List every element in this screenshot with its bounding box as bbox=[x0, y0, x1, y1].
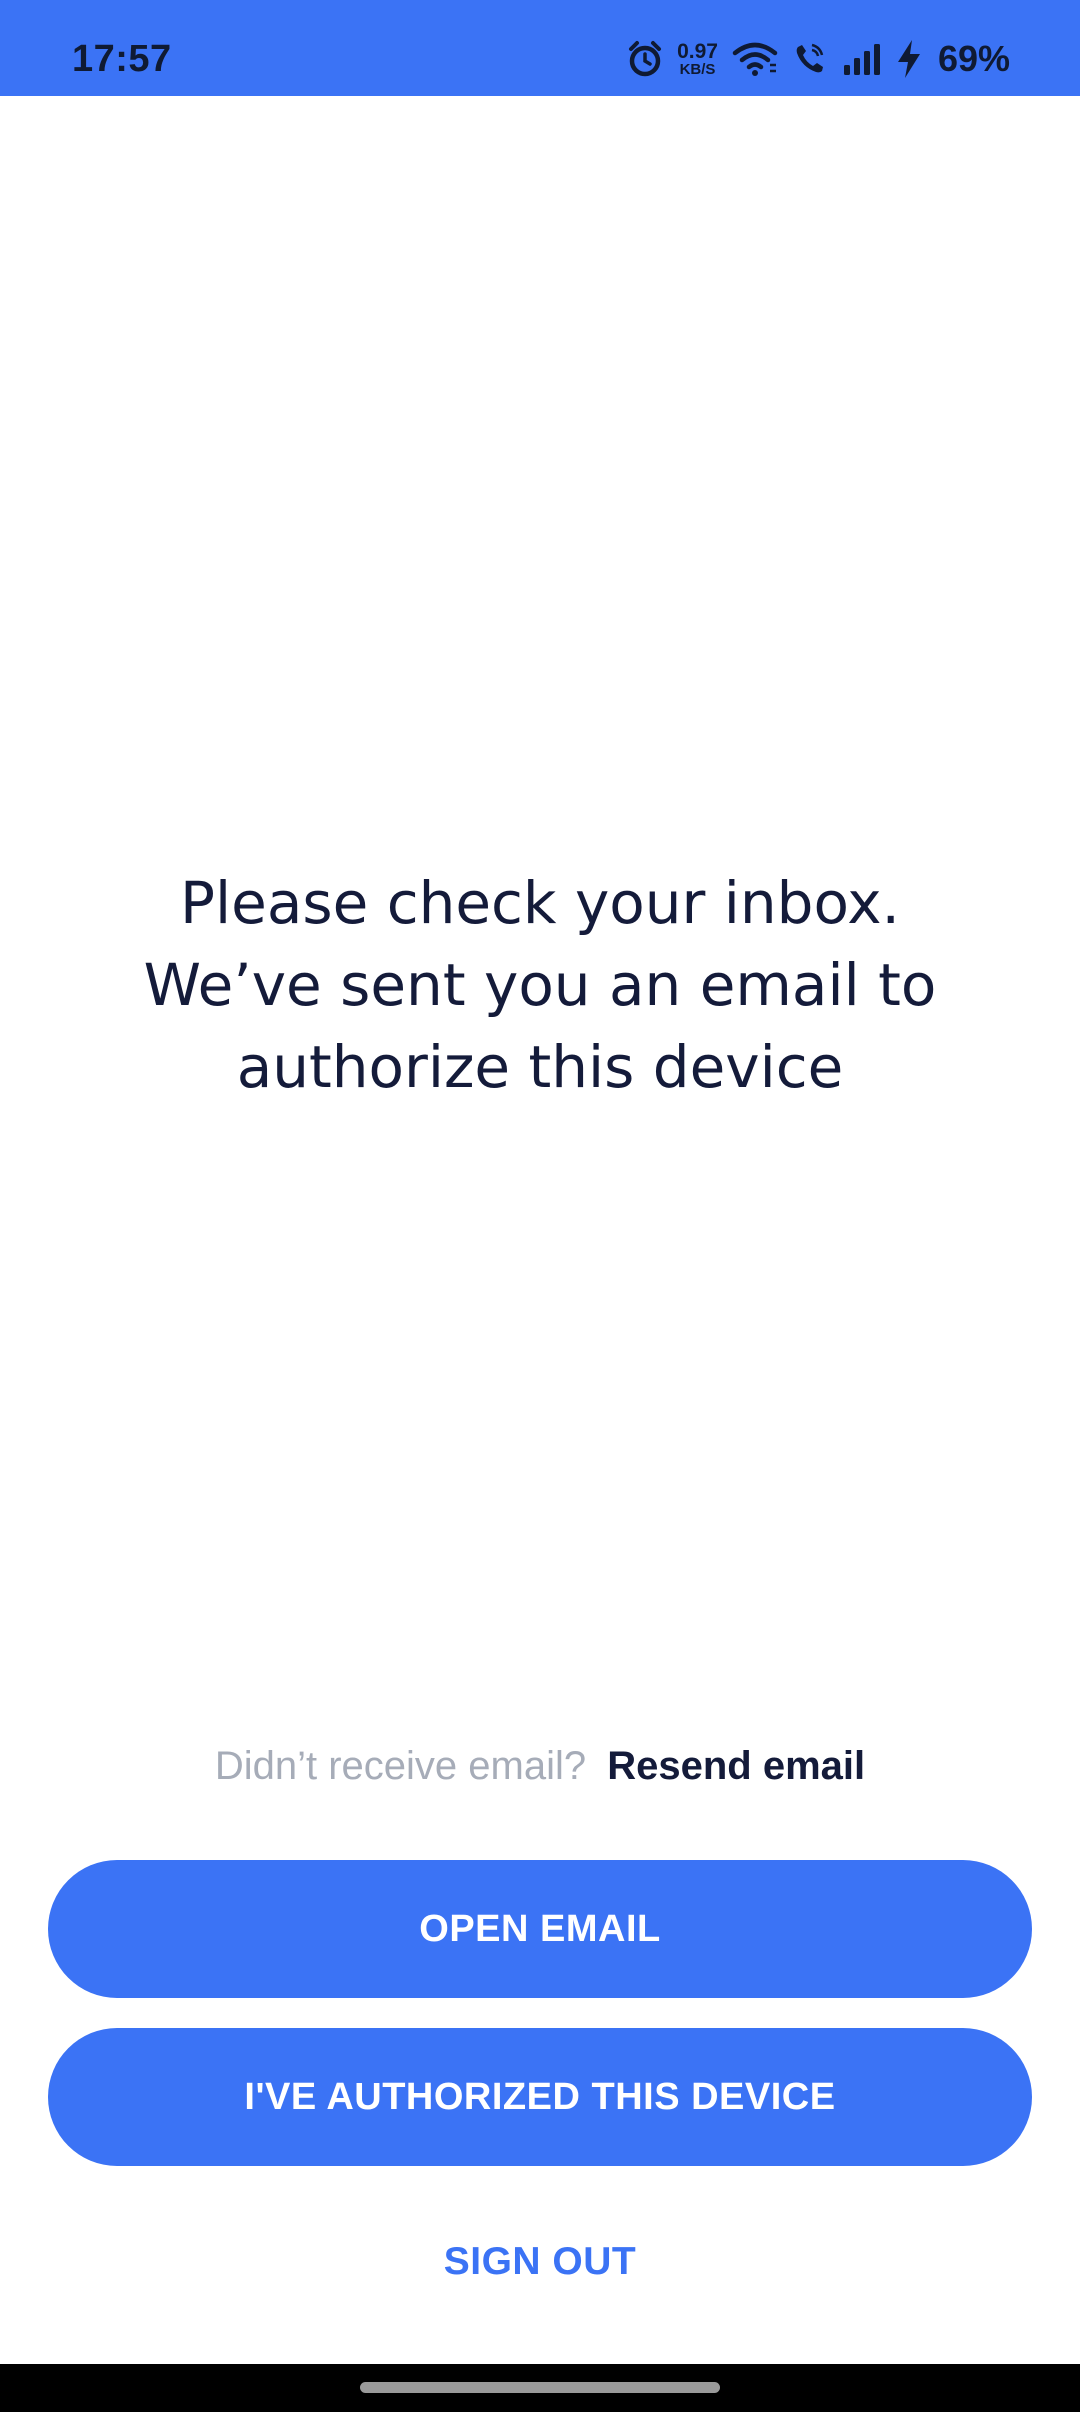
check-inbox-message: Please check your inbox. We’ve sent you … bbox=[90, 862, 990, 1108]
network-speed-value: 0.97 bbox=[677, 40, 718, 63]
resend-row: Didn’t receive email? Resend email bbox=[0, 1738, 1080, 1794]
resend-question: Didn’t receive email? bbox=[214, 1744, 587, 1788]
battery-percent: 69% bbox=[937, 38, 1010, 79]
message-line-3: authorize this device bbox=[236, 1033, 844, 1101]
navigation-bar bbox=[0, 2364, 1080, 2412]
charging-icon bbox=[896, 39, 922, 79]
sign-out-button[interactable]: SIGN OUT bbox=[0, 2240, 1080, 2284]
network-speed: 0.97 KB/S bbox=[677, 41, 718, 77]
status-bar: 17:57 0.97 KB/S 69% bbox=[0, 0, 1080, 96]
status-time: 17:57 bbox=[72, 38, 172, 80]
status-icons: 0.97 KB/S 69% bbox=[627, 36, 1010, 82]
wifi-icon bbox=[732, 41, 778, 77]
message-line-1: Please check your inbox. bbox=[180, 869, 900, 937]
home-indicator[interactable] bbox=[360, 2382, 720, 2393]
resend-email-link[interactable]: Resend email bbox=[607, 1744, 865, 1788]
message-line-2: We’ve sent you an email to bbox=[143, 951, 937, 1019]
alarm-icon bbox=[627, 40, 663, 78]
signal-icon bbox=[842, 43, 882, 75]
wifi-calling-icon bbox=[792, 41, 828, 77]
authorized-device-button[interactable]: I'VE AUTHORIZED THIS DEVICE bbox=[48, 2028, 1032, 2166]
network-speed-unit: KB/S bbox=[679, 61, 716, 78]
open-email-button[interactable]: OPEN EMAIL bbox=[48, 1860, 1032, 1998]
device-authorization-screen: 17:57 0.97 KB/S 69% Please check your in… bbox=[0, 0, 1080, 2412]
